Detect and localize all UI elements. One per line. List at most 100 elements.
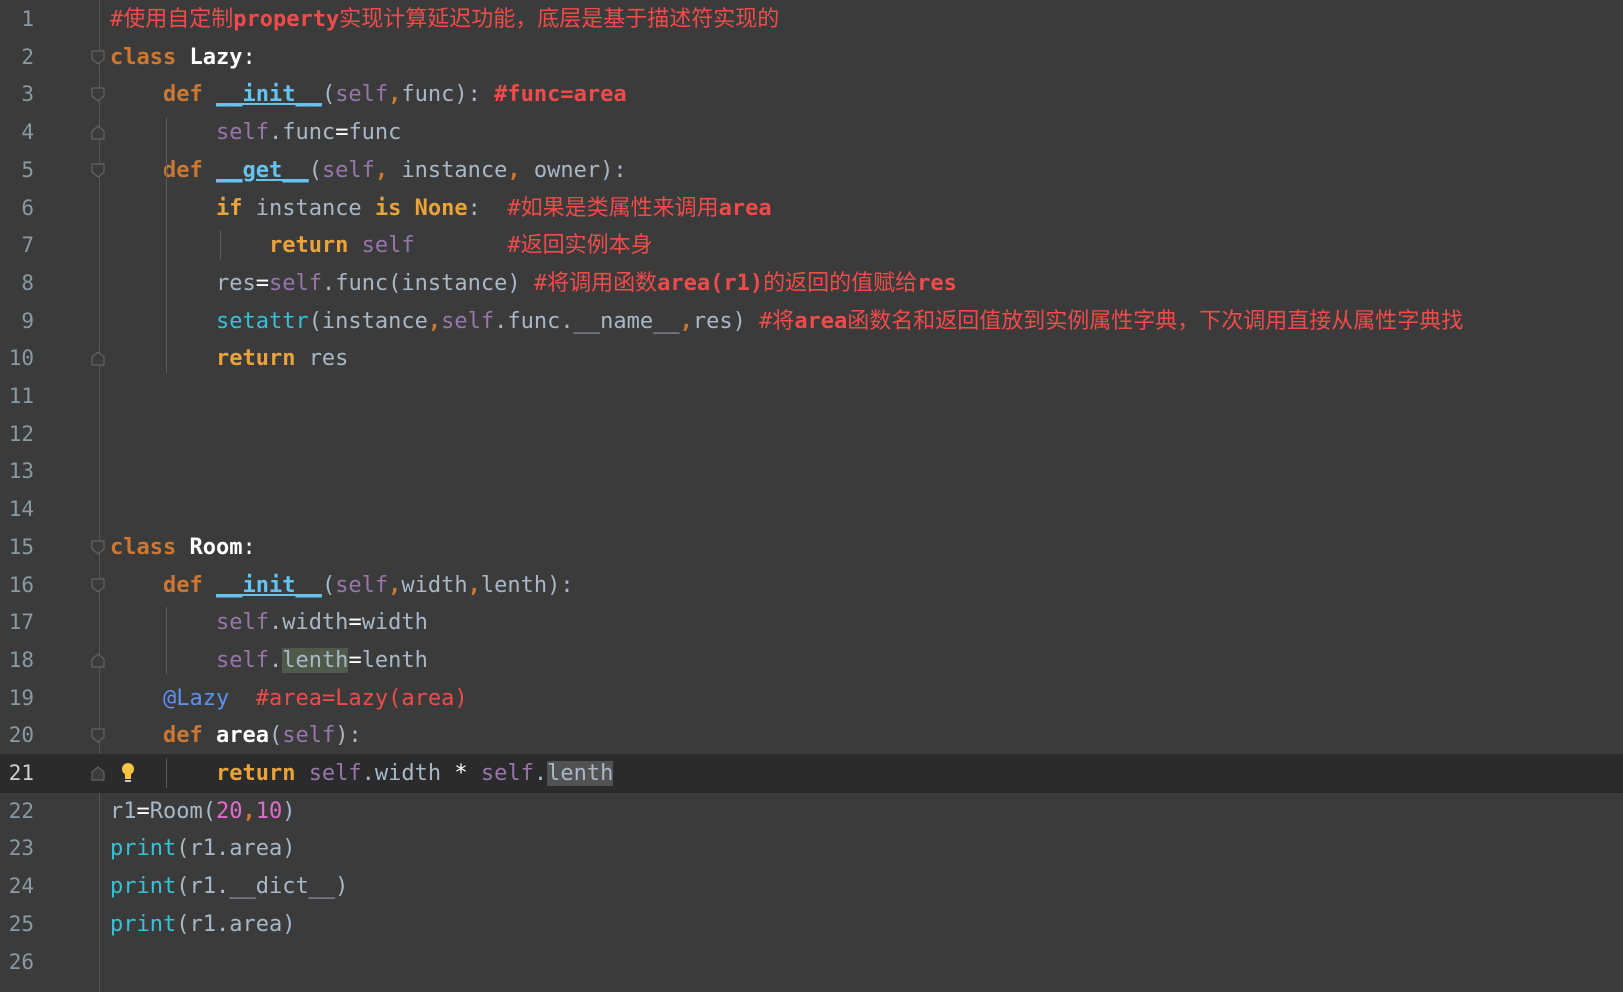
code-text[interactable]: self.width=width (110, 603, 428, 642)
line-number[interactable]: 3 (0, 75, 34, 114)
code-text[interactable]: return self.width * self.lenth (110, 754, 614, 793)
code-line[interactable]: 25 print(r1.area) (0, 905, 1623, 944)
fold-close-icon[interactable] (91, 351, 105, 366)
line-number[interactable]: 4 (0, 113, 34, 152)
line-number[interactable]: 16 (0, 566, 34, 605)
code-line[interactable]: 10 return res (0, 339, 1623, 378)
code-text[interactable]: def __init__(self,func): #func=area (110, 75, 627, 114)
code-line[interactable]: 17 self.width=width (0, 603, 1623, 642)
fold-open-icon[interactable] (91, 540, 105, 555)
code-text[interactable]: class Room: (110, 528, 256, 567)
code-line[interactable]: 12 (0, 415, 1623, 454)
line-number[interactable]: 23 (0, 829, 34, 868)
line-number[interactable]: 18 (0, 641, 34, 680)
code-text[interactable]: r1=Room(20,10) (110, 792, 295, 831)
code-line[interactable]: 18 self.lenth=lenth (0, 641, 1623, 680)
code-line[interactable]: 5 def __get__(self, instance, owner): (0, 151, 1623, 190)
code-text[interactable]: return res (110, 339, 348, 378)
code-token: res) (692, 308, 760, 334)
fold-open-icon[interactable] (91, 50, 105, 65)
line-number[interactable]: 6 (0, 189, 34, 228)
code-line[interactable]: 13 (0, 452, 1623, 491)
code-line[interactable]: 11 (0, 377, 1623, 416)
code-line[interactable]: 24 print(r1.__dict__) (0, 867, 1623, 906)
code-line[interactable]: 6 if instance is None: #如果是类属性来调用area (0, 189, 1623, 228)
line-number[interactable]: 8 (0, 264, 34, 303)
code-text[interactable]: #使用自定制property实现计算延迟功能，底层是基于描述符实现的 (110, 0, 779, 39)
code-text[interactable]: def area(self): (110, 716, 362, 755)
line-number[interactable]: 17 (0, 603, 34, 642)
code-token: property (233, 7, 340, 32)
code-line[interactable]: 15 class Room: (0, 528, 1623, 567)
code-text[interactable]: return self #返回实例本身 (110, 226, 653, 265)
code-line[interactable]: 16 def __init__(self,width,lenth): (0, 566, 1623, 605)
code-line[interactable]: 9 setattr(instance,self.func.__name__,re… (0, 302, 1623, 341)
code-line[interactable]: 8 res=self.func(instance) #将调用函数area(r1)… (0, 264, 1623, 303)
fold-open-icon[interactable] (91, 578, 105, 593)
line-number[interactable]: 22 (0, 792, 34, 831)
code-text[interactable]: print(r1.area) (110, 905, 295, 944)
fold-open-icon[interactable] (91, 728, 105, 743)
line-number[interactable]: 24 (0, 867, 34, 906)
code-token: (instance (308, 308, 428, 334)
fold-open-icon[interactable] (91, 163, 105, 178)
line-number[interactable]: 26 (0, 943, 34, 982)
line-number[interactable]: 12 (0, 415, 34, 454)
line-number[interactable]: 2 (0, 38, 34, 77)
line-number[interactable]: 21 (0, 754, 34, 793)
fold-close-icon[interactable] (91, 653, 105, 668)
code-text[interactable]: setattr(instance,self.func.__name__,res)… (110, 302, 1463, 341)
code-text[interactable]: res=self.func(instance) #将调用函数area(r1)的返… (110, 264, 957, 303)
code-text[interactable]: def __get__(self, instance, owner): (110, 151, 627, 190)
code-text[interactable]: print(r1.area) (110, 829, 295, 868)
code-token: , (388, 572, 402, 598)
code-line[interactable]: 19 @Lazy #area=Lazy(area) (0, 679, 1623, 718)
code-text[interactable]: self.lenth=lenth (110, 641, 428, 680)
line-number[interactable]: 10 (0, 339, 34, 378)
lightbulb-icon[interactable] (120, 762, 136, 784)
line-number[interactable]: 5 (0, 151, 34, 190)
line-number[interactable]: 13 (0, 452, 34, 491)
code-line[interactable]: 14 (0, 490, 1623, 529)
code-text[interactable]: if instance is None: #如果是类属性来调用area (110, 189, 772, 228)
line-number[interactable]: 19 (0, 679, 34, 718)
code-line[interactable]: 20 def area(self): (0, 716, 1623, 755)
code-text[interactable]: print(r1.__dict__) (110, 867, 348, 906)
code-line[interactable]: 26 (0, 943, 1623, 982)
code-text[interactable]: class Lazy: (110, 38, 256, 77)
code-line[interactable]: 1 #使用自定制property实现计算延迟功能，底层是基于描述符实现的 (0, 0, 1623, 39)
code-token: (r1.area) (176, 836, 296, 862)
code-token: , (507, 157, 534, 183)
code-text[interactable]: def __init__(self,width,lenth): (110, 566, 574, 605)
code-text[interactable]: self.func=func (110, 113, 401, 152)
line-number[interactable]: 9 (0, 302, 34, 341)
code-line[interactable]: 7 return self #返回实例本身 (0, 226, 1623, 265)
code-editor[interactable]: 1 #使用自定制property实现计算延迟功能，底层是基于描述符实现的 2 clas… (0, 0, 1623, 992)
line-number[interactable]: 20 (0, 716, 34, 755)
code-line[interactable]: 22 r1=Room(20,10) (0, 792, 1623, 831)
fold-close-icon[interactable] (91, 125, 105, 140)
code-line[interactable]: 3 def __init__(self,func): #func=area (0, 75, 1623, 114)
code-line[interactable]: 4 self.func=func (0, 113, 1623, 152)
code-line[interactable]: 21 return self.width * self.lenth (0, 754, 1623, 793)
line-number[interactable]: 11 (0, 377, 34, 416)
code-text[interactable]: @Lazy #area=Lazy(area) (110, 679, 468, 718)
code-token: = (348, 647, 362, 673)
fold-close-icon[interactable] (91, 766, 105, 781)
code-token: owner): (533, 157, 627, 183)
code-token: = (136, 798, 150, 824)
code-line[interactable]: 2 class Lazy: (0, 38, 1623, 77)
code-token: = (348, 610, 362, 636)
fold-open-icon[interactable] (91, 87, 105, 103)
line-number[interactable]: 15 (0, 528, 34, 567)
code-token: area(r1) (657, 270, 764, 296)
line-number[interactable]: 14 (0, 490, 34, 529)
line-number[interactable]: 7 (0, 226, 34, 265)
line-number[interactable]: 25 (0, 905, 34, 944)
line-number[interactable]: 1 (0, 0, 34, 39)
code-token: self (441, 308, 495, 334)
code-line[interactable]: 23 print(r1.area) (0, 829, 1623, 868)
